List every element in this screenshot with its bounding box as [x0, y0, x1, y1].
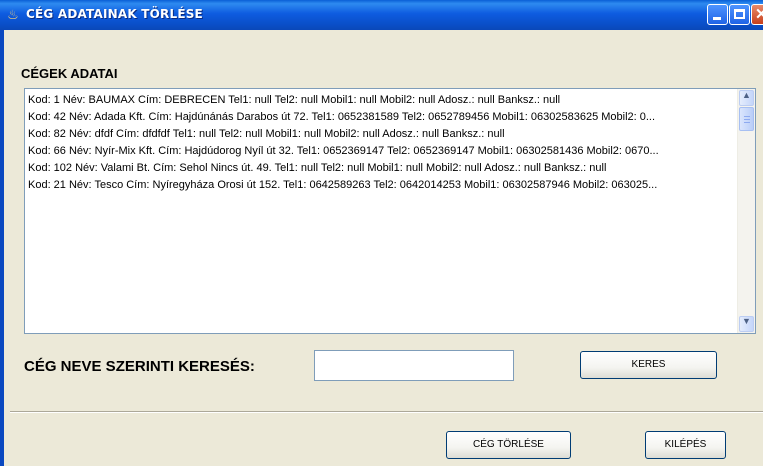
scroll-down-button[interactable]: ▼ [739, 316, 754, 332]
search-label: CÉG NEVE SZERINTI KERESÉS: [24, 358, 255, 375]
list-item[interactable]: Kod: 21 Név: Tesco Cím: Nyíregyháza Oros… [28, 178, 657, 193]
vertical-scrollbar[interactable]: ▲ ▼ [737, 89, 755, 333]
maximize-button[interactable] [729, 4, 750, 25]
list-item[interactable]: Kod: 1 Név: BAUMAX Cím: DEBRECEN Tel1: n… [28, 93, 560, 108]
chevron-up-icon: ▲ [742, 90, 751, 100]
list-item[interactable]: Kod: 42 Név: Adada Kft. Cím: Hajdúnánás … [28, 110, 655, 125]
company-list[interactable]: Kod: 1 Név: BAUMAX Cím: DEBRECEN Tel1: n… [24, 88, 756, 334]
divider [10, 411, 763, 413]
list-item[interactable]: Kod: 102 Név: Valami Bt. Cím: Sehol Ninc… [28, 161, 606, 176]
exit-button[interactable]: KILÉPÉS [645, 431, 726, 459]
close-button[interactable]: ✕ [751, 4, 763, 25]
delete-company-button[interactable]: CÉG TÖRLÉSE [446, 431, 571, 459]
list-item[interactable]: Kod: 66 Név: Nyír-Mix Kft. Cím: Hajdúdor… [28, 144, 659, 159]
scroll-up-button[interactable]: ▲ [739, 90, 754, 106]
chevron-down-icon: ▼ [742, 316, 751, 326]
minimize-icon [713, 17, 721, 20]
minimize-button[interactable] [707, 4, 728, 25]
window-title: CÉG ADATAINAK TÖRLÉSE [26, 7, 203, 21]
scroll-thumb[interactable] [739, 107, 754, 131]
close-icon: ✕ [755, 6, 763, 23]
company-name-search-input[interactable] [314, 350, 514, 381]
title-bar[interactable]: ♨ CÉG ADATAINAK TÖRLÉSE ✕ [0, 0, 763, 30]
java-cup-icon: ♨ [7, 7, 19, 22]
list-item[interactable]: Kod: 82 Név: dfdf Cím: dfdfdf Tel1: null… [28, 127, 505, 142]
search-button[interactable]: KERES [580, 351, 717, 379]
section-title: CÉGEK ADATAI [21, 66, 118, 81]
maximize-icon [734, 9, 745, 19]
window-border [0, 30, 4, 466]
